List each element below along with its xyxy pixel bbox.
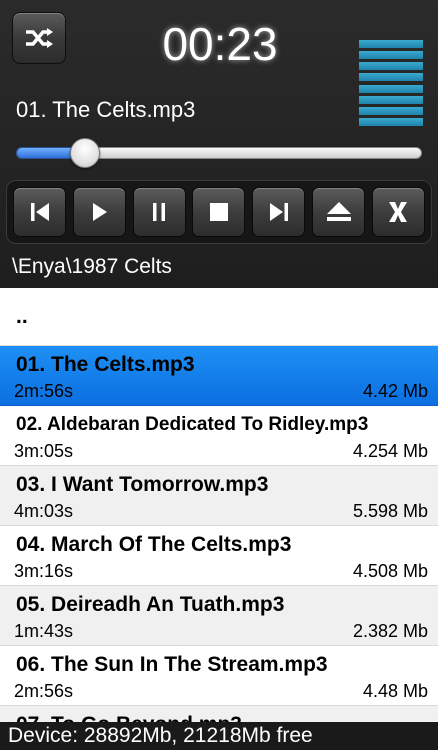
- current-folder-path: \Enya\1987 Celts: [12, 255, 172, 278]
- file-duration: 4m:03s: [14, 501, 74, 521]
- elapsed-time: 00:23: [162, 18, 278, 70]
- play-icon: [93, 203, 108, 221]
- file-name: 05. Deireadh An Tuath.mp3: [16, 593, 285, 616]
- equalizer-bar: [359, 106, 423, 115]
- file-size: 4.48 Mb: [362, 681, 428, 701]
- file-name: 02. Aldebaran Dedicated To Ridley.mp3: [16, 414, 369, 435]
- seek-progress-fill: [16, 147, 77, 159]
- eject-button[interactable]: [312, 187, 366, 237]
- equalizer-meter: [359, 40, 423, 126]
- file-duration: 2m:56s: [14, 381, 74, 401]
- file-size: 5.598 Mb: [352, 501, 428, 521]
- file-size: 4.42 Mb: [362, 381, 428, 401]
- equalizer-bar: [359, 73, 423, 82]
- shuffle-icon: [26, 28, 53, 48]
- seek-slider[interactable]: [16, 138, 422, 168]
- parent-folder-row[interactable]: ..: [0, 288, 438, 346]
- player-panel: 00:23 01. The Celts.mp3 \Enya\1987 Celts: [0, 0, 438, 288]
- seek-thumb[interactable]: [69, 138, 100, 168]
- file-duration: 3m:05s: [14, 441, 74, 461]
- equalizer-bar: [359, 117, 423, 126]
- file-name: 01. The Celts.mp3: [16, 353, 195, 376]
- next-button[interactable]: [252, 187, 306, 237]
- pause-icon: [153, 203, 166, 221]
- equalizer-bar: [359, 95, 423, 104]
- file-duration: 1m:43s: [14, 621, 74, 641]
- skip-back-icon: [30, 203, 49, 221]
- transport-controls: [6, 180, 432, 244]
- file-row[interactable]: 06. The Sun In The Stream.mp3 2m:56s 4.48 …: [0, 646, 438, 706]
- file-size: 2.382 Mb: [352, 621, 428, 641]
- now-playing-title: 01. The Celts.mp3: [16, 97, 196, 122]
- x-icon: [389, 202, 408, 222]
- stop-button[interactable]: [192, 187, 246, 237]
- stop-icon: [209, 203, 228, 221]
- file-name: 04. March Of The Celts.mp3: [16, 533, 292, 556]
- equalizer-bar: [359, 62, 423, 71]
- pause-button[interactable]: [132, 187, 186, 237]
- file-row[interactable]: 04. March Of The Celts.mp3 3m:16s 4.508 Mb: [0, 526, 438, 586]
- equalizer-bar: [359, 51, 423, 60]
- file-size: 4.508 Mb: [352, 561, 428, 581]
- shuffle-button[interactable]: [12, 12, 66, 64]
- file-row[interactable]: 07. To Go Beyond.mp3: [0, 706, 438, 722]
- play-button[interactable]: [72, 187, 126, 237]
- file-row[interactable]: 02. Aldebaran Dedicated To Ridley.mp3 3m:…: [0, 406, 438, 466]
- skip-forward-icon: [269, 203, 288, 221]
- file-size: 4.254 Mb: [352, 441, 428, 461]
- file-name: 07. To Go Beyond.mp3: [16, 711, 426, 722]
- file-row-selected[interactable]: 01. The Celts.mp3 2m:56s 4.42 Mb: [0, 346, 438, 406]
- file-list[interactable]: .. 01. The Celts.mp3 2m:56s 4.42 Mb 02. Ald…: [0, 288, 438, 722]
- status-bar: Device: 28892Mb, 21218Mb free: [0, 722, 438, 750]
- close-button[interactable]: [371, 187, 425, 237]
- file-duration: 2m:56s: [14, 681, 74, 701]
- file-row[interactable]: 03. I Want Tomorrow.mp3 4m:03s 5.598 Mb: [0, 466, 438, 526]
- previous-button[interactable]: [13, 187, 66, 237]
- eject-icon: [326, 202, 351, 221]
- file-name: 06. The Sun In The Stream.mp3: [16, 653, 328, 676]
- file-duration: 3m:16s: [14, 561, 74, 581]
- equalizer-bar: [359, 40, 423, 48]
- equalizer-bar: [359, 84, 423, 93]
- file-row[interactable]: 05. Deireadh An Tuath.mp3 1m:43s 2.382 Mb: [0, 586, 438, 646]
- file-name: 03. I Want Tomorrow.mp3: [16, 473, 269, 496]
